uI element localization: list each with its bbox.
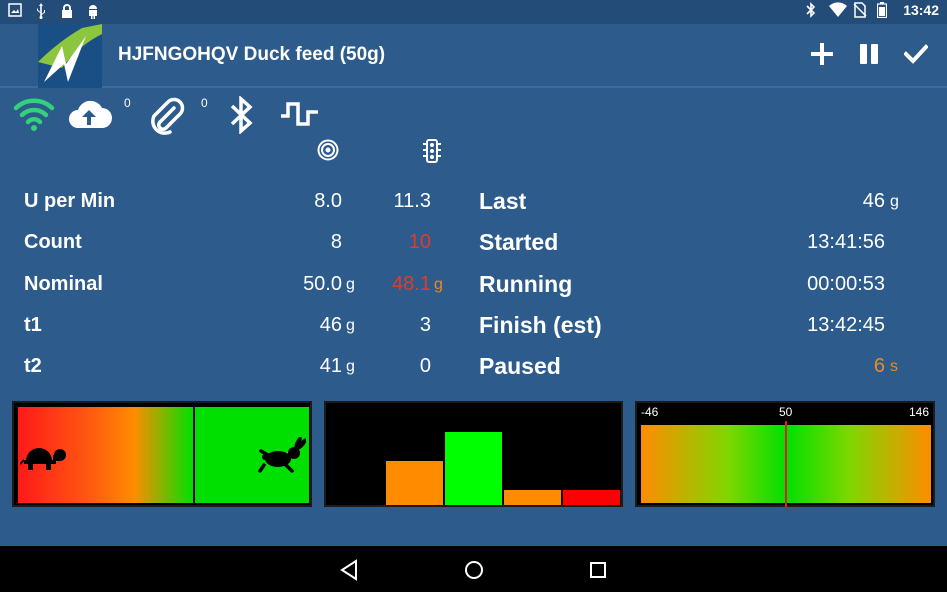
status-bar: 13:42 xyxy=(0,0,947,24)
weight-histogram xyxy=(324,401,623,507)
speed-gauge xyxy=(12,401,312,507)
attachment-icon[interactable] xyxy=(146,96,186,141)
range-max-label: 146 xyxy=(908,405,929,419)
action-bar: HJFNGOHQV Duck feed (50g) xyxy=(0,24,947,88)
current-unit: g xyxy=(346,317,355,334)
info-label: Paused xyxy=(479,353,561,379)
lock-icon xyxy=(60,3,76,19)
recents-button[interactable] xyxy=(586,558,610,582)
target-value: 10 xyxy=(408,231,431,253)
no-sim-icon xyxy=(853,2,869,18)
info-value: 13:42:45 xyxy=(807,314,885,336)
row-label: Count xyxy=(24,231,82,253)
table-row: t2 41 g 0 Paused 6 s xyxy=(0,353,947,395)
home-button[interactable] xyxy=(462,558,486,582)
range-gauge: -46 50 146 xyxy=(635,401,935,507)
histogram-bar xyxy=(386,461,443,505)
current-unit: g xyxy=(346,358,355,375)
android-icon xyxy=(86,3,102,19)
info-label: Last xyxy=(479,188,527,214)
table-row: Count 8 10 Started 13:41:56 xyxy=(0,229,947,271)
histogram-bar xyxy=(445,432,502,505)
histogram-chart xyxy=(386,432,620,505)
histogram-bar xyxy=(504,490,561,505)
navigation-bar xyxy=(0,546,947,592)
range-mid-label: 50 xyxy=(779,405,793,419)
info-label: Running xyxy=(479,271,573,297)
bluetooth-icon[interactable] xyxy=(228,95,256,139)
turtle-icon xyxy=(19,439,68,476)
current-value: 8.0 xyxy=(314,190,342,212)
info-unit: g xyxy=(890,193,899,210)
battery-icon xyxy=(877,2,893,19)
add-icon xyxy=(810,42,834,71)
current-unit: g xyxy=(346,276,355,293)
cloud-upload-icon[interactable] xyxy=(66,96,112,137)
row-label: t2 xyxy=(24,355,42,377)
histogram-bar xyxy=(563,490,620,505)
back-icon xyxy=(340,559,357,581)
current-value: 41 xyxy=(319,355,342,377)
check-icon xyxy=(903,42,929,71)
status-time: 13:42 xyxy=(903,2,939,18)
speed-gauge-marker xyxy=(193,407,195,503)
rabbit-icon xyxy=(258,436,307,478)
target-value: 3 xyxy=(419,314,431,336)
range-gauge-marker xyxy=(785,421,787,507)
info-value: 6 xyxy=(873,355,885,377)
back-button[interactable] xyxy=(338,558,362,582)
wifi-icon[interactable] xyxy=(12,96,56,137)
confirm-button[interactable] xyxy=(898,38,934,74)
range-min-label: -46 xyxy=(641,405,659,419)
row-label: t1 xyxy=(24,314,42,336)
target-icon xyxy=(317,139,339,166)
info-value: 13:41:56 xyxy=(807,231,885,253)
row-label: Nominal xyxy=(24,273,103,295)
info-value: 46 xyxy=(862,190,885,212)
table-row: Nominal 50.0 g 48.1 g Running 00:00:53 xyxy=(0,271,947,313)
pause-button[interactable] xyxy=(851,38,887,74)
target-value: 48.1 xyxy=(392,273,431,295)
info-value: 00:00:53 xyxy=(807,273,885,295)
attachment-count: 0 xyxy=(201,96,208,110)
add-button[interactable] xyxy=(804,38,840,74)
row-label: U per Min xyxy=(24,190,116,212)
page-title: HJFNGOHQV Duck feed (50g) xyxy=(118,44,386,65)
connection-status-row: 0 0 xyxy=(0,92,947,142)
current-value: 50.0 xyxy=(303,273,342,295)
info-label: Finish (est) xyxy=(479,312,602,338)
upload-count: 0 xyxy=(124,96,131,110)
wifi-icon xyxy=(829,2,848,18)
pause-icon xyxy=(857,42,881,71)
app-screen: 13:42 HJFNGOHQV Duck feed (50g) 0 0 U pe… xyxy=(0,0,947,592)
table-row: t1 46 g 3 Finish (est) 13:42:45 xyxy=(0,312,947,354)
traffic-light-icon xyxy=(422,139,442,168)
target-unit: g xyxy=(434,276,443,293)
target-value: 0 xyxy=(419,355,431,377)
signal-pulse-icon[interactable] xyxy=(280,96,320,137)
recents-icon xyxy=(590,562,606,578)
current-value: 46 xyxy=(319,314,342,336)
usb-icon xyxy=(34,3,50,19)
info-unit: s xyxy=(890,358,898,375)
table-row: U per Min 8.0 11.3 Last 46 g xyxy=(0,188,947,230)
bluetooth-icon xyxy=(805,2,821,18)
target-value: 11.3 xyxy=(393,190,431,212)
app-logo[interactable] xyxy=(38,24,102,88)
info-label: Started xyxy=(479,229,559,255)
current-value: 8 xyxy=(330,231,342,253)
home-icon xyxy=(465,561,483,579)
image-icon xyxy=(8,3,24,19)
